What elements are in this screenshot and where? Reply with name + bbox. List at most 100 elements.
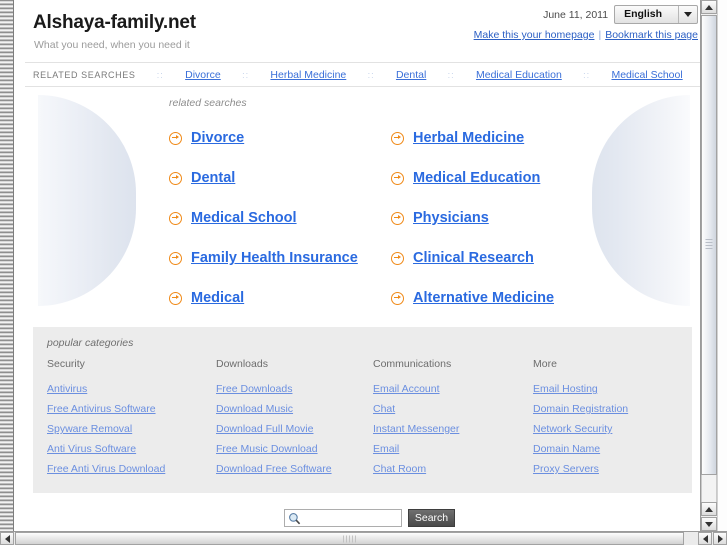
category-link[interactable]: Download Free Software [216,459,373,479]
arrow-right-circle-icon [169,251,182,265]
related-search-link-1[interactable]: Herbal Medicine [413,130,524,146]
browser-viewport: Alshaya-family.net What you need, when y… [0,0,727,545]
category-column-communications: Communications Email Account Chat Instan… [373,358,533,479]
hero-section-label: related searches [169,97,247,109]
popular-categories-label: popular categories [47,337,134,349]
related-search-link-7[interactable]: Clinical Research [413,250,534,266]
related-search-link-3[interactable]: Medical Education [413,170,540,186]
language-select[interactable]: English [614,5,698,24]
header-links: Make this your homepage | Bookmark this pa… [474,29,698,41]
category-link[interactable]: Chat Room [373,459,533,479]
category-heading: More [533,358,557,370]
arrow-right-circle-icon [169,291,182,305]
left-gutter-strip [0,0,14,531]
navbar-link-4[interactable]: Medical School [611,69,682,81]
category-link[interactable]: Download Music [216,399,373,419]
arrow-right-circle-icon [391,211,404,225]
category-link[interactable]: Spyware Removal [47,419,216,439]
search-button[interactable]: Search [408,509,455,527]
category-link[interactable]: Email Hosting [533,379,692,399]
arrow-right-circle-icon [169,211,182,225]
category-link[interactable]: Free Music Download [216,439,373,459]
bookmark-page-link[interactable]: Bookmark this page [605,29,698,41]
navbar-separator: :: [156,69,164,80]
category-link[interactable]: Download Full Movie [216,419,373,439]
related-search-link-5[interactable]: Physicians [413,210,489,226]
related-search-item[interactable]: Clinical Research [391,238,680,278]
arrow-right-circle-icon [391,291,404,305]
navbar-link-3[interactable]: Medical Education [476,69,562,81]
category-link[interactable]: Proxy Servers [533,459,692,479]
category-link[interactable]: Email Account [373,379,533,399]
related-search-item[interactable]: Alternative Medicine [391,278,680,318]
vertical-scrollbar[interactable] [700,0,717,531]
scrollbar-grip-icon [342,535,357,542]
arrow-right-circle-icon [391,251,404,265]
category-column-security: Security Antivirus Free Antivirus Softwa… [47,358,216,479]
arrow-right-circle-icon [391,131,404,145]
category-link[interactable]: Chat [373,399,533,419]
search-input[interactable] [285,510,401,526]
navbar-separator: :: [367,69,375,80]
vertical-scrollbar-track[interactable] [701,475,717,502]
language-select-value: English [624,8,662,20]
related-search-link-8[interactable]: Medical [191,290,244,306]
scrollbar-grip-icon [705,239,713,251]
scroll-up-button-secondary[interactable] [701,502,717,516]
category-heading: Downloads [216,358,268,370]
arrow-right-circle-icon [391,171,404,185]
scroll-right-button[interactable] [713,532,727,545]
page-content: Alshaya-family.net What you need, when y… [15,0,710,531]
header-utility-area: June 11, 2011 English Make this your hom… [474,5,698,41]
popular-categories-columns: Security Antivirus Free Antivirus Softwa… [33,358,692,479]
related-search-link-2[interactable]: Dental [191,170,235,186]
category-link[interactable]: Network Security [533,419,692,439]
horizontal-scrollbar-thumb[interactable] [15,532,684,545]
navbar-link-1[interactable]: Herbal Medicine [270,69,346,81]
related-search-item[interactable]: Herbal Medicine [391,118,680,158]
category-column-downloads: Downloads Free Downloads Download Music … [216,358,373,479]
site-header: Alshaya-family.net What you need, when y… [25,0,700,62]
category-link[interactable]: Anti Virus Software [47,439,216,459]
related-search-link-6[interactable]: Family Health Insurance [191,250,358,266]
arrow-right-circle-icon [169,131,182,145]
related-search-item[interactable]: Divorce [169,118,391,158]
related-search-link-9[interactable]: Alternative Medicine [413,290,554,306]
category-heading: Communications [373,358,452,370]
category-column-more: More Email Hosting Domain Registration N… [533,358,692,479]
scroll-up-button[interactable] [701,0,717,14]
navbar-separator: :: [447,69,455,80]
related-search-link-4[interactable]: Medical School [191,210,297,226]
search-bar: Search [25,509,700,527]
navbar-separator: :: [583,69,591,80]
related-search-item[interactable]: Medical Education [391,158,680,198]
navbar-link-2[interactable]: Dental [396,69,426,81]
date-and-language-row: June 11, 2011 English [474,5,698,24]
category-link[interactable]: Free Anti Virus Download [47,459,216,479]
popular-categories-panel: popular categories Security Antivirus Fr… [33,327,692,493]
chevron-down-icon [678,6,697,23]
related-search-item[interactable]: Family Health Insurance [169,238,391,278]
category-link[interactable]: Domain Registration [533,399,692,419]
related-searches-list: Divorce Herbal Medicine Dental Medical E… [169,118,680,318]
category-link[interactable]: Antivirus [47,379,216,399]
category-link[interactable]: Email [373,439,533,459]
scroll-down-button[interactable] [701,517,717,531]
related-search-item[interactable]: Physicians [391,198,680,238]
related-search-link-0[interactable]: Divorce [191,130,244,146]
category-link[interactable]: Domain Name [533,439,692,459]
horizontal-scrollbar[interactable] [0,531,727,545]
related-search-item[interactable]: Medical [169,278,391,318]
category-link[interactable]: Instant Messenger [373,419,533,439]
related-search-item[interactable]: Medical School [169,198,391,238]
make-homepage-link[interactable]: Make this your homepage [474,29,595,41]
category-link[interactable]: Free Antivirus Software [47,399,216,419]
search-input-wrapper[interactable] [284,509,402,527]
related-searches-hero: related searches Divorce Herbal Medicine… [25,87,700,319]
category-link[interactable]: Free Downloads [216,379,373,399]
related-search-item[interactable]: Dental [169,158,391,198]
vertical-scrollbar-thumb[interactable] [701,15,717,475]
scroll-left-button[interactable] [0,532,14,545]
scroll-left-button-secondary[interactable] [698,532,712,545]
navbar-link-0[interactable]: Divorce [185,69,221,81]
